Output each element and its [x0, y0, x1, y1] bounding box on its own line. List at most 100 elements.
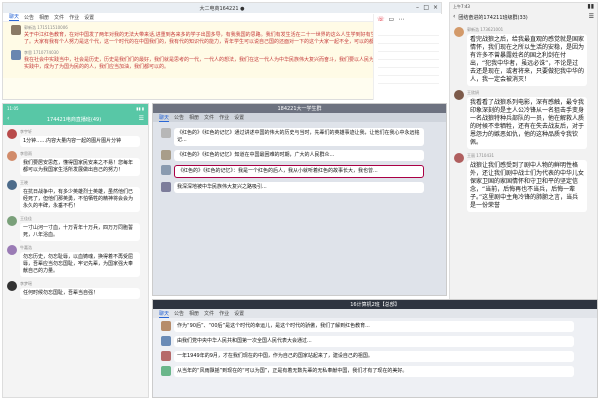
message-bubble: 《红色的》《红色的记忆》通过讲述中国的伟大的历史与当时，先辈们的英雄事迹让我，让…	[174, 128, 424, 146]
tab-chat[interactable]: 聊天	[159, 310, 170, 318]
list-item: 从当年的“风雨飘摇”到现在的“可以为国”，正是有着无数先辈的无私奉献中国，我们才…	[161, 366, 589, 377]
tab-album[interactable]: 相册	[189, 114, 199, 121]
avatar	[11, 25, 21, 35]
message-bubble: 一年1949年的9月，才在我们现在的中国，作为自己的国家站起来了，建设自己的祖国…	[174, 351, 574, 362]
list-item: 《红色的》《红色的记忆》通过讲述中国的伟大的历史与当时，先辈们的英雄事迹让我，让…	[161, 128, 438, 146]
message-bubble: 从当年的“风雨飘摇”到现在的“可以为国”，正是有着无数先辈的无私奉献中国，我们才…	[174, 366, 574, 377]
bottom-message-list: 作为“90后”、“00后”是这个时代的幸运儿，是这个时代的骄傲，我们了解到红色教…	[153, 318, 597, 384]
bottom-title: 16计算机2班【总部】	[350, 302, 400, 308]
phone-icon[interactable]: ☏	[377, 16, 385, 24]
status-time: 上午7:43	[453, 4, 470, 9]
middle-tabs: 聊天 公告 相册 文件 作业 设置	[153, 113, 446, 122]
avatar	[161, 182, 171, 192]
message-bubble: 任何时候勿忘国耻，吾辈当自强！	[20, 288, 140, 299]
tab-announcement[interactable]: 公告	[174, 310, 184, 317]
tab-homework[interactable]: 作业	[219, 114, 229, 121]
message-text: 我在社会中实践当中，社会是历史，历史是我们们的最好，我们就是思考的一代，一代人的…	[24, 57, 425, 70]
list-item: 郭新浩 173621001 看完战狼之后，给我最直观的感觉就是国家情怀，我们现在…	[454, 27, 593, 86]
back-icon[interactable]: ‹	[453, 13, 455, 21]
top-side-panel: ☏ ▭ ⋯	[373, 14, 443, 100]
tab-homework[interactable]: 作业	[69, 14, 79, 21]
back-icon[interactable]: ‹	[7, 115, 9, 123]
list-item: 王欣妍 我看看了战狼系列电影，深有感触，最令我印象深刻的是主人公冷锋从一名狙击手…	[454, 90, 593, 149]
sender-name: 王欣妍	[467, 90, 479, 95]
tab-files[interactable]: 文件	[204, 310, 214, 317]
bottom-chat-window: 16计算机2班【总部】 聊天 公告 相册 文件 作业 设置 作为“90后”、“0…	[152, 299, 598, 398]
list-item: 王佳佳 一寸山河一寸血，十万青年十万兵，四万万同胞誓死，八年浴血。	[7, 216, 144, 241]
list-item: 《红色的》《红色的记忆》知道在中国最困难的时期，广大的人民群众...	[161, 150, 438, 161]
top-window-title: 大二电商164221 ●	[199, 5, 245, 12]
more-icon[interactable]: ⋯	[398, 16, 404, 24]
middle-titlebar: 184221大一学生群	[153, 104, 446, 113]
sender-name: 郭新浩 171511510006	[24, 25, 68, 30]
avatar	[161, 165, 171, 175]
avatar	[7, 245, 17, 255]
avatar	[454, 27, 464, 37]
list-item: 一年1949年的9月，才在我们现在的中国，作为自己的国家站起来了，建设自己的祖国…	[161, 351, 589, 362]
tab-files[interactable]: 文件	[54, 14, 64, 21]
avatar	[161, 336, 171, 346]
left-message-list: 李宇轩 1分钟……内容大量内容一起的图片图片分钟 李思雨 我们要居安思危，懂得国…	[3, 125, 148, 307]
left-header: ‹ 174421电商直播班(49) ☰	[3, 113, 148, 125]
chat-title: 174421电商直播班(49)	[46, 116, 102, 123]
sender-name: 王丽 1710431	[467, 153, 495, 158]
middle-message-list: 《红色的》《红色的记忆》通过讲述中国的伟大的历史与当时，先辈们的英雄事迹让我，让…	[153, 122, 446, 203]
chat-title: 团结奋进的174211班级群(33)	[458, 14, 528, 21]
video-icon[interactable]: ▭	[389, 16, 395, 24]
left-phone-chat: 11:05 ▮▮ ▮ ‹ 174421电商直播班(49) ☰ 李宇轩 1分钟………	[2, 103, 149, 398]
maximize-icon[interactable]: □	[423, 4, 429, 12]
tab-settings[interactable]: 设置	[84, 14, 94, 21]
avatar	[161, 366, 171, 376]
list-item: 《红色的》《红色的记忆》：我是一个红色的后人，我从小就听着红色的故事长大，我也曾…	[161, 165, 438, 178]
list-item: 王丽 1710431 战狼让我们感受到了剧中人物的鲜明性格外，还让我们剧中战士们…	[454, 153, 593, 212]
menu-icon[interactable]: ☰	[589, 13, 594, 21]
sender-name: 郭新浩 173621001	[467, 27, 504, 32]
top-window-titlebar: 大二电商164221 ● – □ ×	[3, 3, 441, 13]
list-item: 由我们党中央中华人民共和国第一次全国人民代表大会通过...	[161, 336, 589, 347]
tab-chat[interactable]: 聊天	[9, 13, 20, 21]
avatar	[161, 150, 171, 160]
list-item: 李思雨 我们要居安思危，懂得国家民安来之不易！您每年都可以为我国家生活所发展做出…	[7, 151, 144, 176]
signal-icon: ▮▮	[587, 3, 594, 10]
message-text: 关于中江红色教育，在对中国发了两年对我的无法大带来话,进重到各来多的学子出国多导…	[24, 32, 421, 45]
tab-settings[interactable]: 设置	[234, 310, 244, 317]
tab-settings[interactable]: 设置	[234, 114, 244, 121]
middle-title: 184221大一学生群	[277, 106, 322, 112]
avatar	[454, 90, 464, 100]
group-icon[interactable]: ☰	[139, 115, 144, 123]
avatar	[7, 216, 17, 226]
minimize-icon[interactable]: –	[416, 4, 419, 12]
avatar	[454, 153, 464, 163]
message-bubble: 我深深地被中华民族伟大复兴之路吸引...	[174, 182, 424, 193]
tab-announcement[interactable]: 公告	[174, 114, 184, 121]
right-status-bar: 上午7:43 ▮▮	[450, 3, 597, 11]
list-item: 郭新浩 171511510006 关于中江红色教育，在对中国发了两年对我的无法大…	[11, 25, 433, 46]
tab-chat[interactable]: 聊天	[159, 114, 170, 122]
avatar	[11, 50, 21, 60]
message-bubble: 在抗日战争中，有多少英雄烈士英雄，虽然他们已经死了，但他们那英勇，不怕牺牲的精神…	[20, 187, 140, 212]
middle-chat-window: 184221大一学生群 聊天 公告 相册 文件 作业 设置 《红色的》《红色的记…	[152, 103, 447, 296]
avatar	[7, 180, 17, 190]
list-item: 李宇轩 1分钟……内容大量内容一起的图片图片分钟	[7, 129, 144, 147]
list-item: 李梦瑶 任何时候勿忘国耻，吾辈当自强！	[7, 281, 144, 299]
message-bubble: 作为“90后”、“00后”是这个时代的幸运儿，是这个时代的骄傲，我们了解到红色教…	[174, 321, 574, 332]
tab-homework[interactable]: 作业	[219, 310, 229, 317]
avatar	[7, 281, 17, 291]
message-bubble: 一寸山河一寸血，十万青年十万兵，四万万同胞誓死，八年浴血。	[20, 223, 140, 241]
tab-files[interactable]: 文件	[204, 114, 214, 121]
status-icons: ▮▮ ▮	[136, 106, 144, 111]
tab-announcement[interactable]: 公告	[24, 14, 34, 21]
tab-album[interactable]: 相册	[189, 310, 199, 317]
close-icon[interactable]: ×	[433, 4, 438, 12]
list-item: 牛嘉浩 勿忘历史，勿忘耻辱，以血铸魂，换得着不再受屈辱，吾辈应当勿忘国耻，牢记先…	[7, 245, 144, 277]
sender-name: 李思雨	[20, 151, 32, 156]
list-item: 李思 1710774030 我在社会中实践当中，社会是历史，历史是我们们的最好，…	[11, 50, 433, 71]
message-bubble: 《红色的》《红色的记忆》知道在中国最困难的时期，广大的人民群众...	[174, 150, 424, 161]
sender-name: 王佳佳	[20, 216, 32, 221]
tab-album[interactable]: 相册	[39, 14, 49, 21]
avatar	[7, 151, 17, 161]
right-message-list: 郭新浩 173621001 看完战狼之后，给我最直观的感觉就是国家情怀，我们现在…	[450, 23, 597, 220]
avatar	[161, 128, 171, 138]
message-bubble: 战狼让我们感受到了剧中人物的鲜明性格外，还让我们剧中战士们为代表的中华儿女保家卫…	[467, 160, 587, 212]
avatar	[161, 351, 171, 361]
